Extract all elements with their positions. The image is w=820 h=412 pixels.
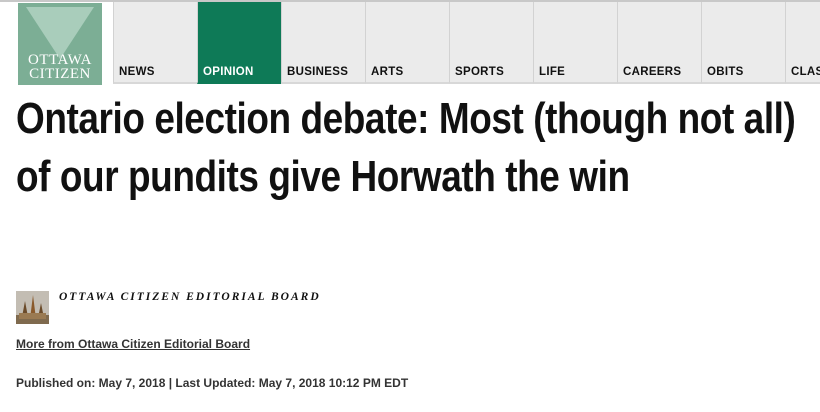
nav-item-opinion[interactable]: OPINION — [197, 2, 281, 84]
nav-item-classifieds[interactable]: CLAS — [785, 2, 820, 84]
nav-label: OPINION — [203, 66, 254, 78]
nav-item-obits[interactable]: OBITS — [701, 2, 785, 84]
author-avatar[interactable] — [16, 291, 49, 324]
logo-line-1: OTTAWA — [28, 52, 92, 68]
more-from-author-link[interactable]: More from Ottawa Citizen Editorial Board — [16, 337, 250, 351]
nav-label: SPORTS — [455, 66, 505, 78]
nav-item-news[interactable]: NEWS — [113, 2, 197, 84]
ottawa-citizen-logo[interactable]: OTTAWA CITIZEN — [18, 3, 102, 85]
nav-label: CLAS — [791, 66, 820, 78]
nav-label: OBITS — [707, 66, 744, 78]
nav-label: ARTS — [371, 66, 404, 78]
nav-label: CAREERS — [623, 66, 682, 78]
nav-label: NEWS — [119, 66, 155, 78]
nav-item-careers[interactable]: CAREERS — [617, 2, 701, 84]
publish-date: Published on: May 7, 2018 | Last Updated… — [16, 376, 409, 390]
nav-item-sports[interactable]: SPORTS — [449, 2, 533, 84]
section-nav: NEWS OPINION BUSINESS ARTS SPORTS LIFE C… — [113, 2, 820, 86]
nav-item-arts[interactable]: ARTS — [365, 2, 449, 84]
article-headline: Ontario election debate: Most (though no… — [16, 94, 796, 201]
logo-line-2: CITIZEN — [29, 66, 91, 82]
author-name[interactable]: OTTAWA CITIZEN EDITORIAL BOARD — [59, 291, 321, 303]
parliament-building-icon — [16, 291, 49, 324]
nav-label: BUSINESS — [287, 66, 349, 78]
nav-item-life[interactable]: LIFE — [533, 2, 617, 84]
nav-item-business[interactable]: BUSINESS — [281, 2, 365, 84]
nav-label: LIFE — [539, 66, 566, 78]
site-header: OTTAWA CITIZEN NEWS OPINION BUSINESS ART… — [0, 0, 820, 86]
